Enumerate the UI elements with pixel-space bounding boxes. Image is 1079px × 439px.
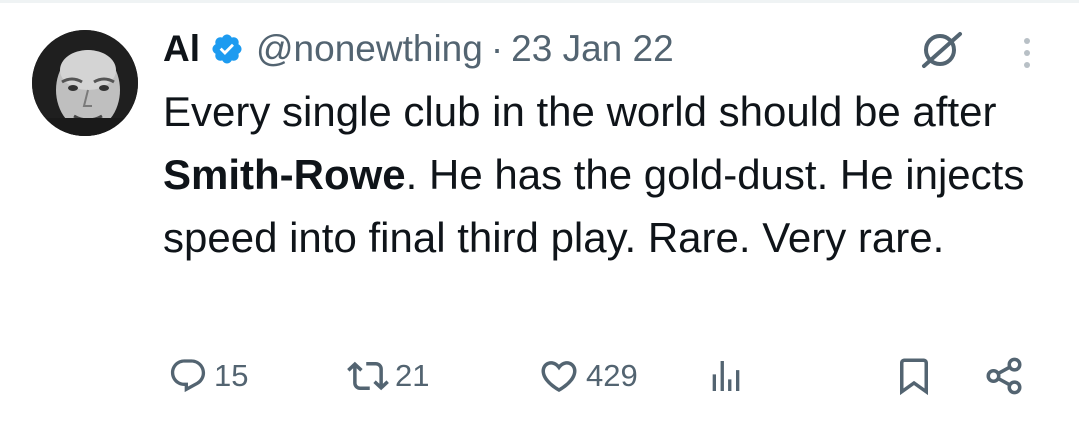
retweet-count: 21	[395, 358, 430, 393]
like-count: 429	[586, 358, 638, 393]
author-handle[interactable]: @nonewthing	[256, 28, 483, 70]
action-bar: 15 21 429	[0, 348, 1079, 404]
tweet-date[interactable]: 23 Jan 22	[511, 28, 674, 70]
bookmark-button[interactable]	[893, 348, 935, 404]
retweet-icon	[347, 355, 389, 397]
avatar[interactable]	[32, 30, 138, 136]
grok-icon[interactable]	[916, 30, 966, 70]
retweet-button[interactable]: 21	[347, 348, 429, 404]
views-button[interactable]	[706, 348, 746, 404]
heart-icon	[538, 355, 580, 397]
more-vertical-icon[interactable]	[1015, 36, 1039, 70]
reply-icon	[168, 356, 208, 396]
share-button[interactable]	[983, 348, 1025, 404]
separator-dot: ·	[490, 28, 504, 69]
reply-button[interactable]: 15	[168, 348, 248, 404]
tweet-text-bold: Smith-Rowe	[163, 151, 406, 198]
bookmark-icon	[893, 355, 935, 397]
display-name[interactable]: Al	[163, 28, 200, 70]
views-icon	[706, 356, 746, 396]
like-button[interactable]: 429	[538, 348, 638, 404]
share-icon	[983, 355, 1025, 397]
tweet-text-part: Every single club in the world should be…	[163, 88, 997, 135]
reply-count: 15	[214, 358, 249, 393]
tweet-text: Every single club in the world should be…	[163, 80, 1043, 269]
tweet[interactable]: Al @nonewthing · 23 Jan 22 Every single …	[0, 0, 1079, 439]
tweet-header: Al @nonewthing · 23 Jan 22	[163, 26, 674, 72]
verified-badge-icon[interactable]	[210, 32, 244, 66]
